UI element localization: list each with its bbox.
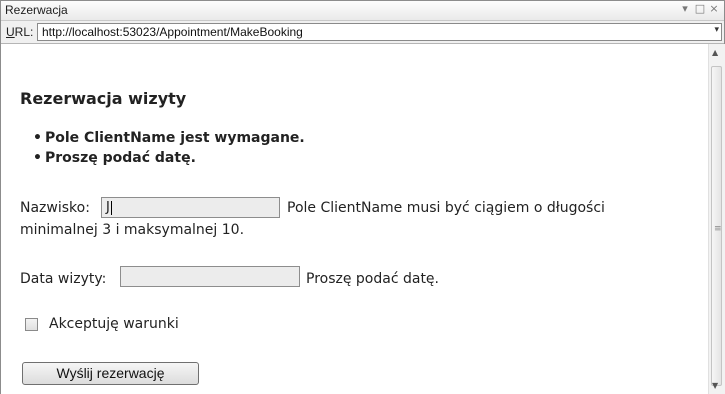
window-title: Rezerwacja [5, 3, 68, 17]
scroll-grip-icon: ≡ [714, 224, 722, 234]
validation-error-item: • Pole ClientName jest wymagane. [20, 128, 305, 148]
date-label: Data wizyty: [20, 271, 107, 287]
terms-checkbox[interactable] [25, 318, 38, 331]
maximize-icon[interactable]: □ [693, 2, 707, 15]
date-field[interactable] [120, 266, 300, 287]
validation-error-text: Pole ClientName jest wymagane. [45, 130, 305, 146]
url-label-accesskey: U [6, 25, 15, 39]
bullet-icon: • [33, 130, 42, 146]
submit-booking-button[interactable]: Wyślij rezerwację [22, 362, 199, 385]
vertical-scrollbar[interactable]: ▲ ≡ ▼ [708, 44, 725, 394]
name-field[interactable]: J [101, 197, 280, 218]
text-caret [110, 200, 112, 215]
validation-error-text: Proszę podać datę. [45, 150, 196, 166]
url-input[interactable]: http://localhost:53023/Appointment/MakeB… [37, 23, 722, 41]
close-icon[interactable]: × [707, 2, 721, 15]
scroll-down-icon[interactable]: ▼ [712, 381, 718, 390]
url-dropdown-icon[interactable]: ▾ [714, 24, 719, 35]
title-bar: Rezerwacja ▾ □ × [1, 1, 724, 21]
bullet-icon: • [33, 150, 42, 166]
browser-window: Rezerwacja ▾ □ × URL: http://localhost:5… [0, 0, 725, 394]
validation-summary: • Pole ClientName jest wymagane. • Proszę … [20, 128, 305, 168]
scroll-thumb[interactable]: ≡ [711, 66, 722, 386]
page-title: Rezerwacja wizyty [20, 89, 187, 108]
name-label: Nazwisko: [20, 200, 90, 216]
name-field-error-continued: minimalnej 3 i maksymalnej 10. [20, 222, 245, 238]
url-label: URL: [6, 25, 33, 39]
window-menu-dropdown-icon[interactable]: ▾ [678, 2, 692, 15]
url-label-rest: RL: [14, 25, 34, 39]
date-field-error: Proszę podać datę. [306, 271, 439, 287]
validation-error-item: • Proszę podać datę. [20, 148, 305, 168]
name-field-error: Pole ClientName musi być ciągiem o długo… [287, 200, 605, 216]
terms-label[interactable]: Akceptuję warunki [49, 316, 179, 332]
name-field-value: J [106, 200, 110, 215]
address-bar: URL: http://localhost:53023/Appointment/… [1, 21, 724, 44]
scroll-up-icon[interactable]: ▲ [712, 48, 718, 57]
url-value: http://localhost:53023/Appointment/MakeB… [42, 25, 303, 39]
